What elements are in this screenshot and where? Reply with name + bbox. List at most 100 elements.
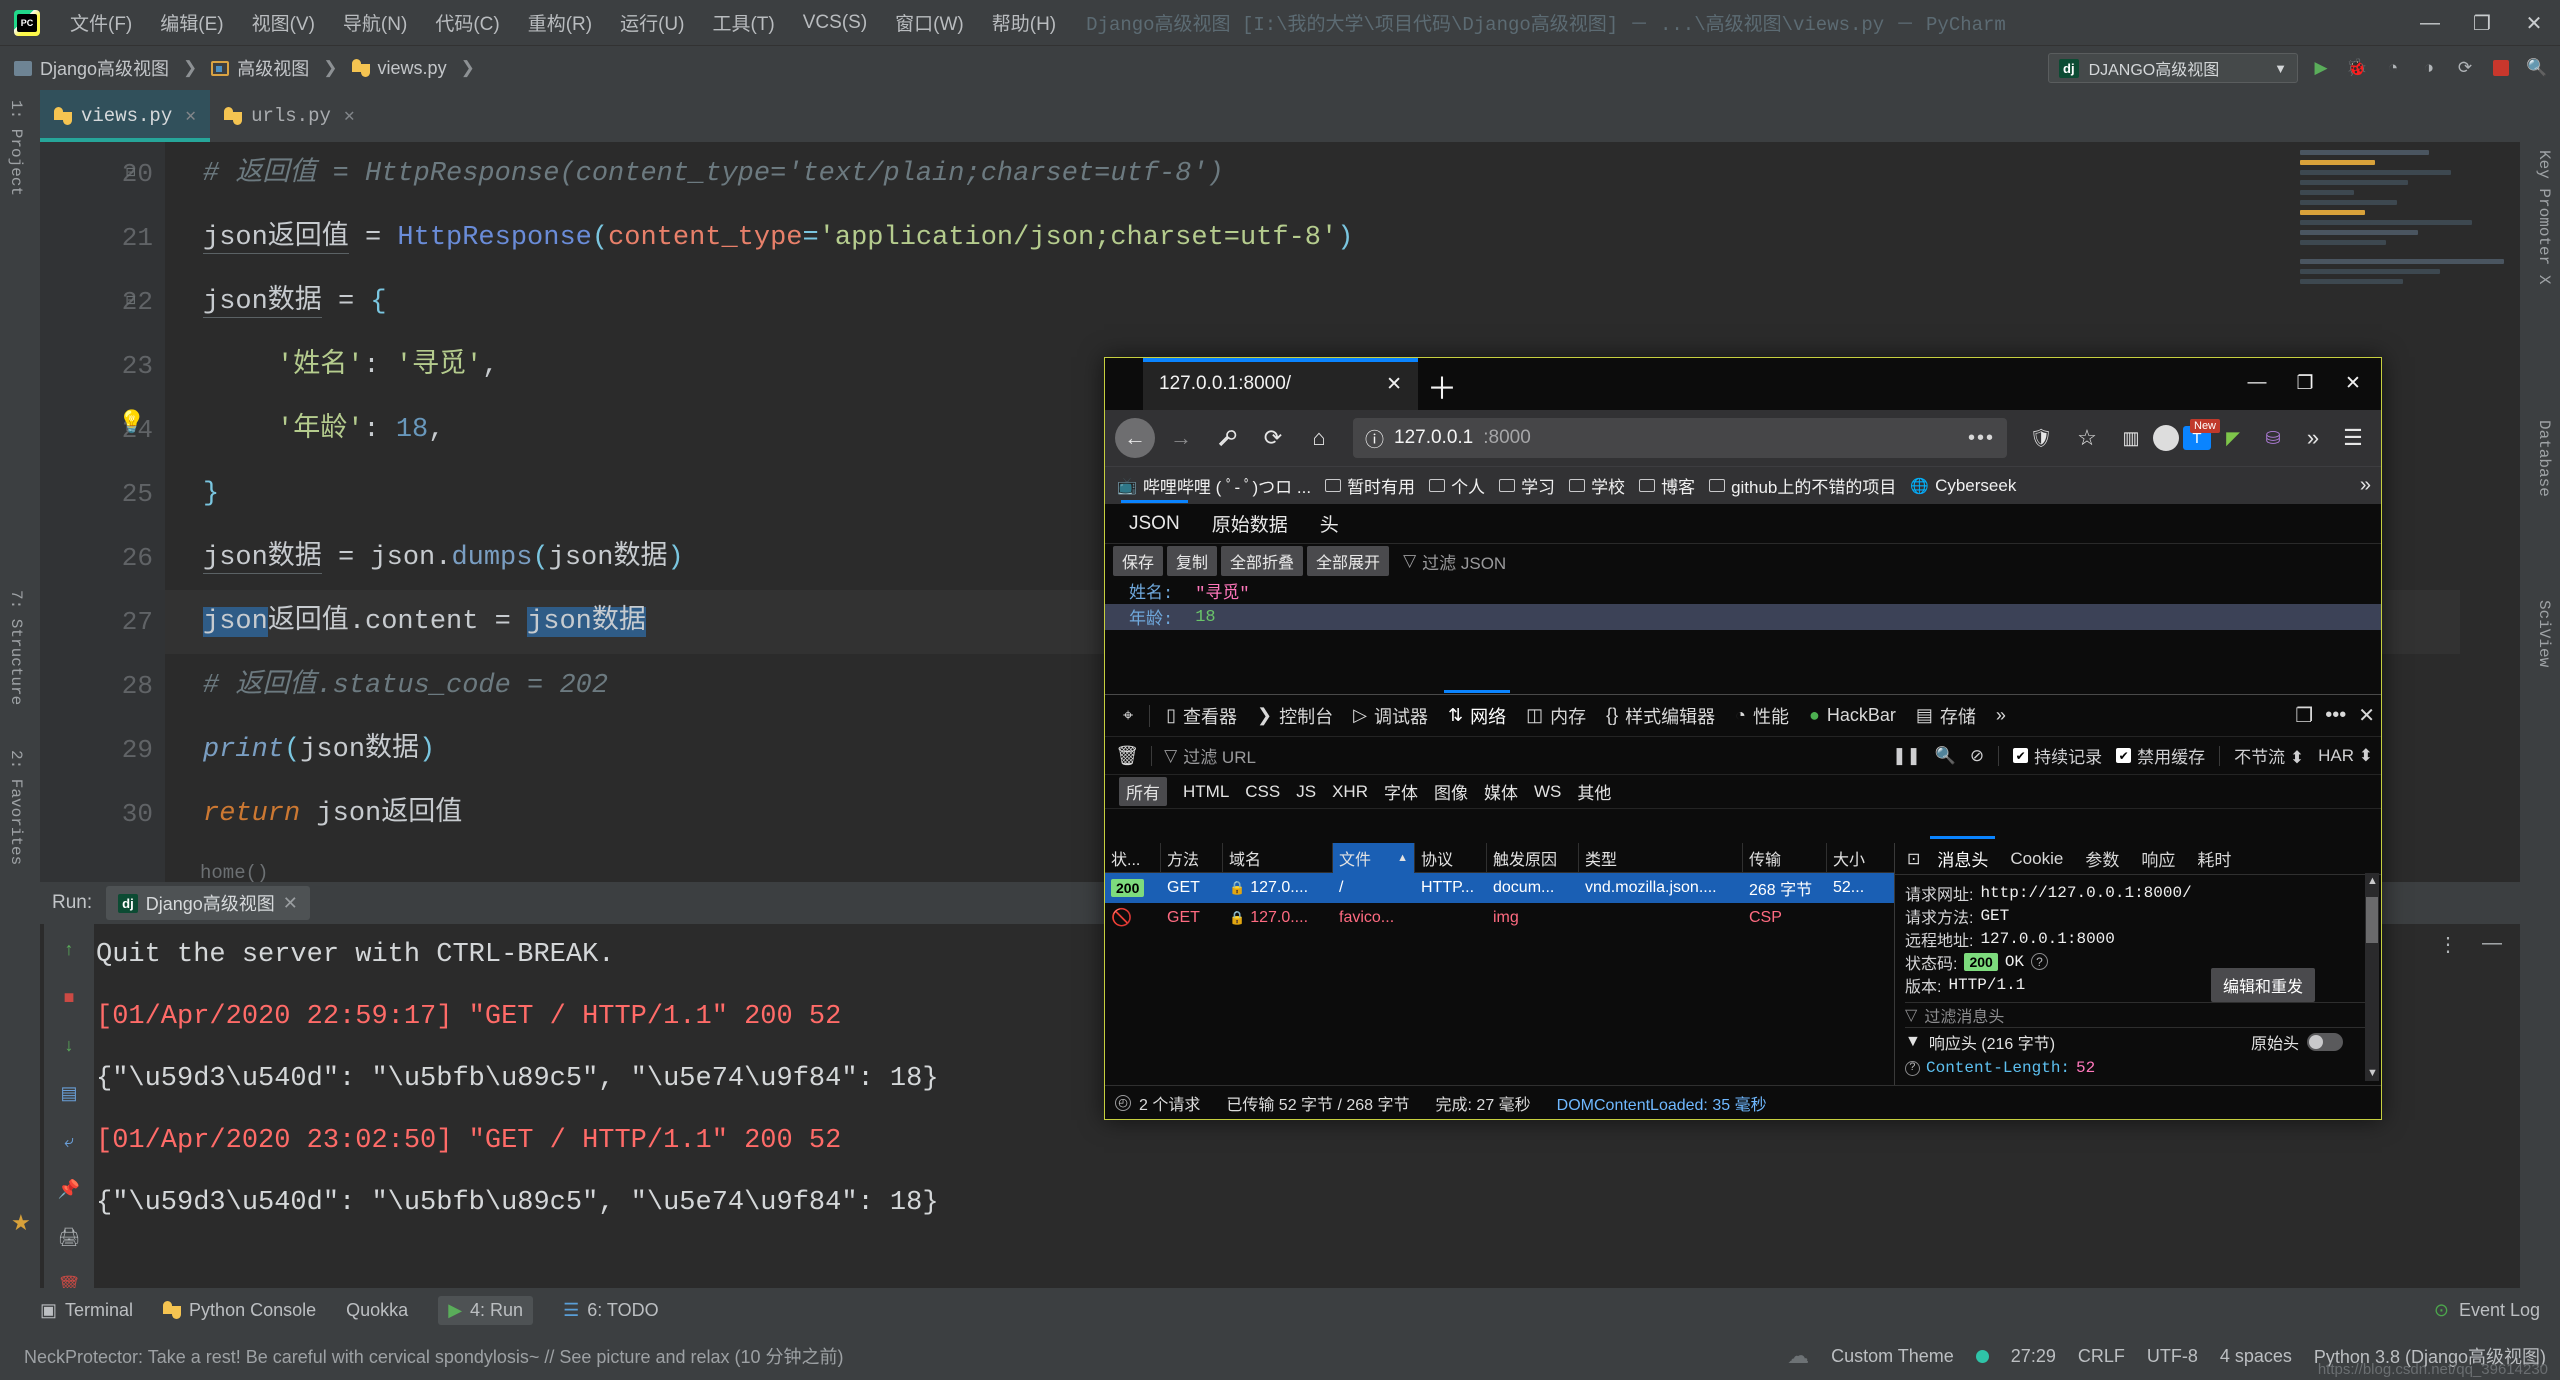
profile-button-icon[interactable]: ◑ xyxy=(2416,55,2442,81)
toolwindow-run[interactable]: ▶ 4: Run xyxy=(438,1296,533,1325)
hamburger-menu-icon[interactable]: ☰ xyxy=(2335,421,2371,455)
type-filter-media[interactable]: 媒体 xyxy=(1484,779,1518,804)
column-file[interactable]: 文件 ▲ xyxy=(1333,843,1415,873)
disable-cache-checkbox[interactable]: ✔ 禁用缓存 xyxy=(2116,743,2205,768)
bookmark-folder-3[interactable]: 学习 xyxy=(1499,473,1555,498)
devtools-tab-hackbar[interactable]: ●HackBar xyxy=(1799,699,1906,732)
scroll-down-icon[interactable]: ↓ xyxy=(56,1032,82,1058)
sidebar-item-project[interactable]: 1: Project xyxy=(7,100,25,196)
network-request-list[interactable]: 状... 方法 域名 文件 ▲ 协议 触发原因 类型 传输 大小 xyxy=(1105,843,1895,1085)
devtools-tab-performance[interactable]: ◔性能 xyxy=(1725,697,1799,735)
statusbar-timer[interactable]: 27:29 xyxy=(2011,1346,2056,1367)
pause-icon[interactable]: ❚❚ xyxy=(1892,746,1921,766)
intention-bulb-icon[interactable]: 💡 xyxy=(118,410,145,436)
detail-expand-icon[interactable]: ⊡ xyxy=(1901,849,1926,869)
headers-filter-input[interactable]: ▽ 过滤消息头 xyxy=(1905,1002,2371,1028)
bookmark-bilibili[interactable]: 📺 哔哩哔哩 ( ﾟ- ﾟ)つロ ... xyxy=(1117,473,1311,498)
editor-gutter[interactable]: 20 21 22 23 24 25 26 27 28 29 30 ⊟ ⊟ ⊟ 💡 xyxy=(40,142,165,882)
json-expand-all-button[interactable]: 全部展开 xyxy=(1307,546,1389,576)
trash-icon[interactable]: 🗑 xyxy=(1115,744,1139,768)
toolwindow-python-console[interactable]: Python Console xyxy=(163,1300,316,1321)
statusbar-encoding[interactable]: UTF-8 xyxy=(2147,1346,2198,1367)
page-actions-icon[interactable]: ••• xyxy=(1968,427,1995,450)
filter-lines-icon[interactable]: ▤ xyxy=(56,1080,82,1106)
statusbar-theme[interactable]: Custom Theme xyxy=(1831,1346,1954,1367)
menu-item-tools[interactable]: 工具(T) xyxy=(698,7,788,38)
detail-scrollbar[interactable]: ▲ ▼ xyxy=(2365,873,2379,1081)
browser-tab[interactable]: 127.0.0.1:8000/ ✕ xyxy=(1143,358,1418,410)
menu-item-help[interactable]: 帮助(H) xyxy=(978,7,1070,38)
run-panel-hide-icon[interactable]: — xyxy=(2482,932,2502,957)
scrollbar-thumb[interactable] xyxy=(2366,897,2378,943)
breadcrumb-item-folder[interactable]: 高级视图 xyxy=(237,55,309,81)
column-transfer[interactable]: 传输 xyxy=(1743,843,1827,873)
stop-icon[interactable]: ■ xyxy=(56,984,82,1010)
run-button-icon[interactable]: ▶ xyxy=(2308,55,2334,81)
firefox-minimize-button[interactable]: — xyxy=(2233,362,2281,404)
stop-button-icon[interactable] xyxy=(2488,55,2514,81)
detail-tab-headers[interactable]: 消息头 xyxy=(1926,842,1999,875)
run-panel-tab-close[interactable]: ✕ xyxy=(283,893,298,914)
toolwindow-quokka[interactable]: Quokka xyxy=(346,1300,408,1321)
pocket-icon[interactable] xyxy=(2153,425,2179,451)
bookmark-folder-1[interactable]: 暂时有用 xyxy=(1325,473,1415,498)
detail-tab-cookie[interactable]: Cookie xyxy=(1999,845,2074,873)
column-size[interactable]: 大小 xyxy=(1827,843,1889,873)
header-help-icon[interactable]: ? xyxy=(1905,1061,1920,1076)
rerun-icon[interactable]: ↑ xyxy=(56,936,82,962)
response-headers-section[interactable]: ▼ 响应头 (216 字节) 原始头 xyxy=(1905,1028,2371,1056)
address-bar[interactable]: ⓘ 127.0.0.1:8000 ••• xyxy=(1353,418,2007,458)
pin-icon[interactable]: 📌 xyxy=(56,1176,82,1202)
throttle-dropdown[interactable]: 不节流 ⬍ xyxy=(2234,743,2304,768)
type-filter-font[interactable]: 字体 xyxy=(1384,779,1418,804)
reload-button-icon[interactable]: ⟳ xyxy=(1253,418,1293,458)
search-everywhere-icon[interactable]: 🔍 xyxy=(2524,55,2550,81)
forward-button-icon[interactable]: → xyxy=(1161,418,1201,458)
event-log-group[interactable]: ⊙ Event Log xyxy=(2434,1300,2540,1321)
green-ext-icon[interactable]: ◤ xyxy=(2215,421,2251,455)
menu-item-edit[interactable]: 编辑(E) xyxy=(146,7,237,38)
window-minimize-button[interactable]: — xyxy=(2404,0,2456,46)
bookmark-star-icon[interactable]: ☆ xyxy=(2067,418,2107,458)
menu-item-code[interactable]: 代码(C) xyxy=(421,7,513,38)
wrench-icon[interactable] xyxy=(1207,418,1247,458)
bookmark-folder-6[interactable]: github上的不错的项目 xyxy=(1709,473,1896,498)
overflow-chevron-icon[interactable]: » xyxy=(2295,421,2331,455)
type-filter-css[interactable]: CSS xyxy=(1245,782,1280,802)
window-maximize-button[interactable]: ❐ xyxy=(2456,0,2508,46)
bookmark-folder-2[interactable]: 个人 xyxy=(1429,473,1485,498)
run-configuration-selector[interactable]: dj DJANGO高级视图 ▼ xyxy=(2048,53,2298,83)
type-filter-xhr[interactable]: XHR xyxy=(1332,782,1368,802)
responsive-mode-icon[interactable]: ❐ xyxy=(2295,703,2313,728)
site-info-icon[interactable]: ⓘ xyxy=(1365,425,1384,452)
devtools-tabs-overflow-icon[interactable]: » xyxy=(1986,699,2016,732)
devtools-tab-console[interactable]: ❯控制台 xyxy=(1247,697,1343,735)
devtools-more-icon[interactable]: ••• xyxy=(2325,704,2346,727)
devtools-tab-memory[interactable]: ◫内存 xyxy=(1516,697,1596,735)
code-fold-icon-2[interactable]: ⊟ xyxy=(126,290,136,310)
statusbar-line-separator[interactable]: CRLF xyxy=(2078,1346,2125,1367)
sidebar-item-sciview[interactable]: SciView xyxy=(2535,600,2553,667)
breadcrumb-item-project[interactable]: Django高级视图 xyxy=(40,55,169,81)
toolwindow-terminal[interactable]: ▣ Terminal xyxy=(40,1300,133,1321)
library-icon[interactable]: ▥ xyxy=(2113,421,2149,455)
column-domain[interactable]: 域名 xyxy=(1223,843,1333,873)
new-tab-button[interactable]: ＋ xyxy=(1418,362,1466,410)
attach-button-icon[interactable]: ⟳ xyxy=(2452,55,2478,81)
devtools-tab-debugger[interactable]: ▷调试器 xyxy=(1343,697,1438,735)
menu-item-file[interactable]: 文件(F) xyxy=(56,7,146,38)
firefox-close-button[interactable]: ✕ xyxy=(2329,362,2377,404)
detail-tab-response[interactable]: 响应 xyxy=(2130,842,2186,875)
sidebar-item-structure[interactable]: 7: Structure xyxy=(7,590,25,705)
soft-wrap-icon[interactable]: ⤶ xyxy=(56,1128,82,1154)
har-dropdown[interactable]: HAR ⬍ xyxy=(2318,746,2373,766)
type-filter-image[interactable]: 图像 xyxy=(1434,779,1468,804)
json-filter-input[interactable]: ▽ 过滤 JSON xyxy=(1403,549,1506,574)
menu-item-run[interactable]: 运行(U) xyxy=(606,7,698,38)
bookmark-folder-4[interactable]: 学校 xyxy=(1569,473,1625,498)
bookmark-folder-5[interactable]: 博客 xyxy=(1639,473,1695,498)
json-collapse-all-button[interactable]: 全部折叠 xyxy=(1221,546,1303,576)
search-icon[interactable]: 🔍 xyxy=(1935,746,1956,766)
menu-item-navigate[interactable]: 导航(N) xyxy=(329,7,421,38)
column-status[interactable]: 状... xyxy=(1105,843,1161,873)
